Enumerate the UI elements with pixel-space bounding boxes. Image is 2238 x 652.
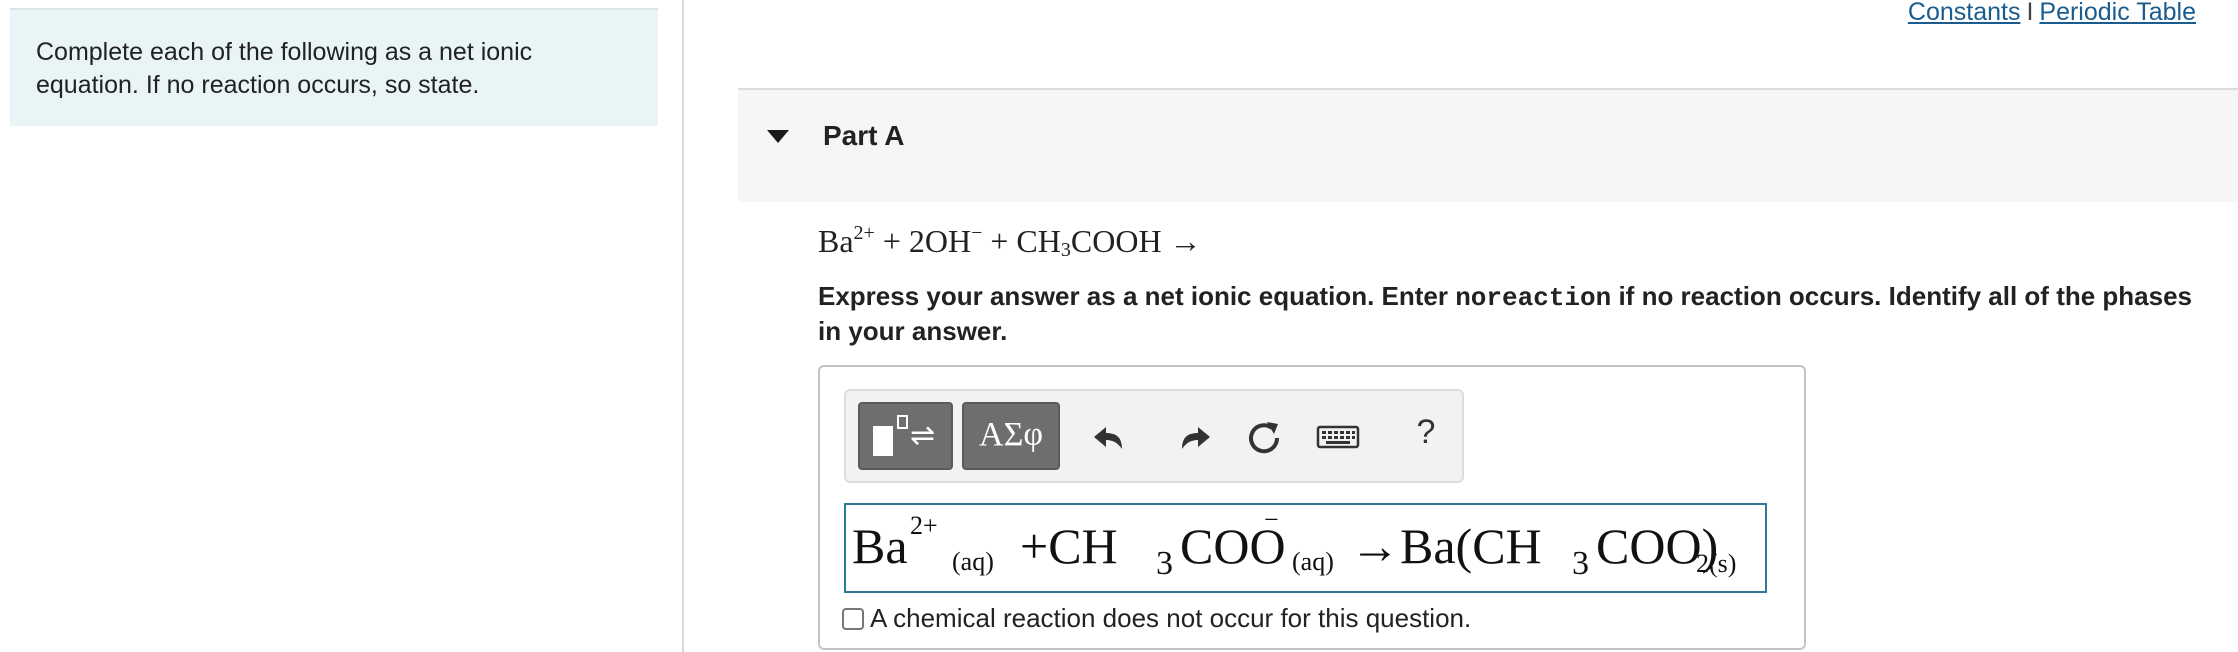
part-a-header[interactable]: Part A	[738, 88, 2238, 202]
eq-oh-charge: −	[971, 222, 983, 244]
link-separator: I	[2026, 0, 2034, 26]
no-reaction-checkbox[interactable]	[842, 608, 864, 630]
ans-sub-3b: 3	[1572, 545, 1589, 582]
answer-input[interactable]: Ba 2+ (aq) +CH 3 COO − (aq) →Ba(CH 3 COO…	[844, 503, 1767, 593]
undo-icon[interactable]	[1086, 407, 1142, 467]
eq-ba: Ba	[818, 223, 854, 259]
eq-ch: + CH	[982, 223, 1061, 259]
intro-text-line-2: equation. If no reaction occurs, so stat…	[36, 71, 480, 99]
periodic-table-link[interactable]: Periodic Table	[2039, 0, 2196, 26]
eq-ba-charge: 2+	[853, 222, 875, 244]
intro-box: Complete each of the following as a net …	[10, 8, 658, 126]
top-links: Constants I Periodic Table	[1908, 0, 2196, 27]
ans-minus: −	[1264, 505, 1279, 534]
answer-box: ⇌ ΑΣφ ? Ba 2+ (aq) +CH 3 COO − (aq) →Ba(…	[818, 365, 1806, 650]
no-reaction-row: A chemical reaction does not occur for t…	[842, 603, 1471, 634]
math-toolbar: ⇌ ΑΣφ ?	[844, 389, 1464, 483]
template-block-icon	[873, 426, 893, 456]
ans-aq-2: (aq)	[1292, 547, 1334, 576]
eq-oh: + 2OH	[874, 223, 972, 259]
redo-icon[interactable]	[1162, 407, 1218, 467]
ans-sub-3a: 3	[1156, 545, 1173, 582]
eq-ch3-sub: 3	[1060, 239, 1071, 261]
instructions-part1: Express your answer as a net ionic equat…	[818, 281, 1456, 311]
reset-icon[interactable]	[1236, 407, 1292, 467]
symbols-button[interactable]: ΑΣφ	[962, 402, 1060, 470]
instructions: Express your answer as a net ionic equat…	[818, 280, 2218, 348]
equilibrium-arrows-icon: ⇌	[910, 419, 936, 452]
help-button[interactable]: ?	[1406, 413, 1446, 463]
eq-cooh: COOH →	[1070, 223, 1202, 259]
ans-arrow-ba: →Ba(CH	[1350, 518, 1542, 574]
ans-ba-charge: 2+	[910, 511, 938, 540]
template-small-box-icon	[897, 415, 908, 429]
keyboard-icon[interactable]	[1312, 407, 1368, 467]
intro-text-line-1: Complete each of the following as a net …	[36, 38, 533, 66]
collapse-caret-icon[interactable]	[767, 130, 789, 143]
templates-button[interactable]: ⇌	[858, 402, 953, 470]
ans-aq-1: (aq)	[952, 547, 994, 576]
no-reaction-label[interactable]: A chemical reaction does not occur for t…	[870, 603, 1471, 633]
left-panel: Complete each of the following as a net …	[0, 0, 684, 652]
ans-sub-2s: 2(s)	[1696, 549, 1737, 578]
ans-ba: Ba	[852, 518, 908, 574]
part-title: Part A	[823, 120, 905, 151]
ans-plus-ch: +CH	[1020, 518, 1118, 574]
question-equation: Ba2+ + 2OH− + CH3COOH →	[818, 222, 1202, 262]
constants-link[interactable]: Constants	[1908, 0, 2021, 26]
instructions-code: noreaction	[1455, 283, 1612, 313]
